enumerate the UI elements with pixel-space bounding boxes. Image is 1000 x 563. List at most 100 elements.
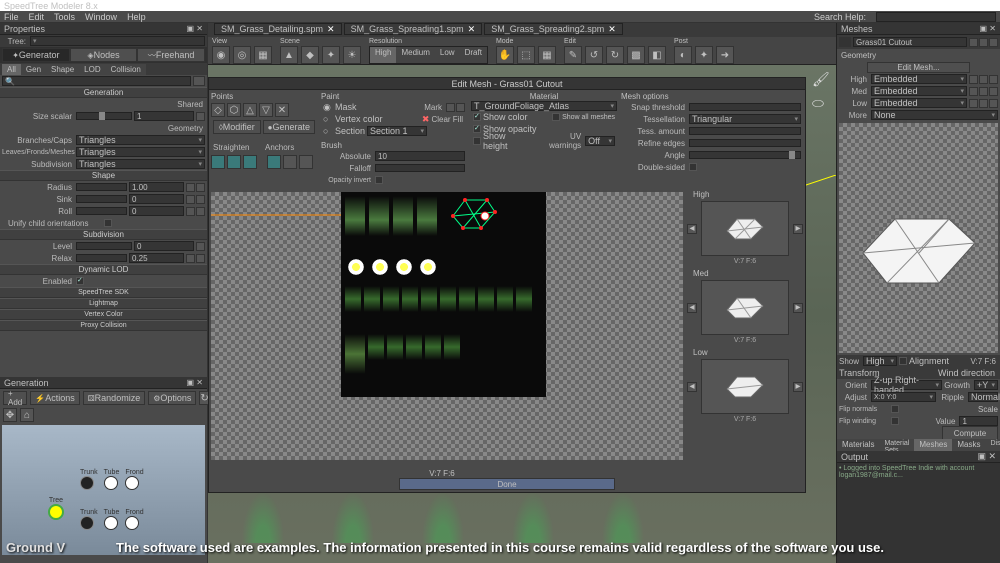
leaves-select[interactable]: Triangles: [76, 147, 205, 157]
growth-sel[interactable]: +Y: [974, 380, 998, 390]
sizescalar-slider[interactable]: [76, 112, 132, 120]
falloff-slider[interactable]: [375, 164, 465, 172]
edit-btn-1[interactable]: ✎: [564, 46, 582, 64]
orient-select[interactable]: Z-up Right-handed: [871, 380, 942, 390]
mode-nodes[interactable]: ◈ Nodes: [70, 48, 138, 62]
lod-high-preview[interactable]: [701, 201, 789, 256]
scene-btn-2[interactable]: ◆: [301, 46, 319, 64]
scene-btn-4[interactable]: ☀: [343, 46, 361, 64]
show-select[interactable]: High: [863, 356, 897, 366]
filter-collision[interactable]: Collision: [106, 64, 146, 75]
adjust-select[interactable]: X:0 Y:0: [871, 392, 936, 402]
anc-btn-2[interactable]: [283, 155, 297, 169]
align-cb[interactable]: [899, 357, 907, 365]
tab-close-icon[interactable]: ✕: [468, 24, 476, 35]
search-help-input[interactable]: [876, 12, 996, 22]
gen-add[interactable]: + Add: [3, 391, 27, 405]
tessamt-slider[interactable]: [689, 127, 801, 135]
view-btn-3[interactable]: ▦: [254, 46, 272, 64]
level-value[interactable]: 0: [134, 241, 194, 251]
gen-randomize[interactable]: ⚄ Randomize: [83, 391, 145, 405]
gen-actions[interactable]: ⚡ Actions: [30, 391, 79, 405]
property-search-clear[interactable]: [193, 76, 205, 86]
tree-select[interactable]: [30, 36, 205, 46]
str-btn-3[interactable]: [243, 155, 257, 169]
mode-btn-3[interactable]: ▦: [538, 46, 556, 64]
showall-cb[interactable]: [552, 113, 560, 121]
radius-value[interactable]: 1.00: [129, 182, 184, 192]
showopacity-cb[interactable]: [473, 125, 481, 133]
filter-shape[interactable]: Shape: [46, 64, 79, 75]
showheight-cb[interactable]: [473, 137, 481, 145]
menu-help[interactable]: Help: [127, 12, 146, 22]
edit-mesh-btn[interactable]: Edit Mesh...: [867, 62, 970, 73]
mesh-large-preview[interactable]: [839, 123, 998, 353]
filter-gen[interactable]: Gen: [21, 64, 46, 75]
scene-btn-3[interactable]: ✦: [322, 46, 340, 64]
anc-btn-1[interactable]: [267, 155, 281, 169]
refine-slider[interactable]: [689, 139, 801, 147]
mesh-btn-3[interactable]: [989, 38, 998, 47]
edit-btn-3[interactable]: ↻: [606, 46, 624, 64]
absolute-val[interactable]: 10: [375, 151, 465, 161]
lod-low-preview[interactable]: [701, 359, 789, 414]
angle-slider[interactable]: [689, 151, 801, 159]
mark-box-1[interactable]: [446, 103, 455, 112]
menu-file[interactable]: File: [4, 12, 19, 22]
sink-value[interactable]: 0: [129, 194, 184, 204]
scene-btn-1[interactable]: ▲: [280, 46, 298, 64]
scale-value[interactable]: 1: [959, 416, 998, 426]
unify-checkbox[interactable]: [104, 219, 112, 227]
pt-btn-4[interactable]: ▽: [259, 103, 273, 117]
high-select[interactable]: Embedded: [871, 74, 967, 84]
opacity-invert-cb[interactable]: [375, 176, 383, 184]
low-select[interactable]: Embedded: [871, 98, 967, 108]
tab-close-icon[interactable]: ✕: [608, 24, 616, 35]
pt-btn-5[interactable]: ✕: [275, 103, 289, 117]
edit-btn-2[interactable]: ↺: [585, 46, 603, 64]
btab-meshes[interactable]: Meshes: [914, 439, 952, 451]
lod-med-left[interactable]: ◂: [687, 303, 697, 313]
eraser-tool-icon[interactable]: ⬭: [812, 95, 830, 113]
more-select[interactable]: None: [871, 110, 998, 120]
atlas-view[interactable]: [211, 192, 683, 460]
tab-2[interactable]: SM_Grass_Spreading2.spm✕: [484, 23, 623, 35]
res-high[interactable]: High: [370, 47, 396, 63]
lod-low-right[interactable]: ▸: [793, 382, 803, 392]
res-draft[interactable]: Draft: [460, 47, 487, 63]
roll-slider[interactable]: [76, 207, 127, 215]
relax-slider[interactable]: [76, 254, 127, 262]
brush-tool-icon[interactable]: 🖌: [812, 71, 830, 89]
str-btn-1[interactable]: [211, 155, 225, 169]
mesh-btn-1[interactable]: [969, 38, 978, 47]
lod-low-left[interactable]: ◂: [687, 382, 697, 392]
tess-select[interactable]: Triangular: [689, 114, 801, 124]
mode-btn-2[interactable]: ⬚: [517, 46, 535, 64]
res-low[interactable]: Low: [435, 47, 460, 63]
mode-freehand[interactable]: 〰 Freehand: [137, 48, 205, 62]
flipw-cb[interactable]: [891, 417, 899, 425]
section-dynlod[interactable]: Dynamic LOD: [0, 264, 207, 275]
lod-high-right[interactable]: ▸: [793, 224, 803, 234]
sink-slider[interactable]: [76, 195, 127, 203]
snap-slider[interactable]: [689, 103, 801, 111]
tab-0[interactable]: SM_Grass_Detailing.spm✕: [214, 23, 342, 35]
edit-btn-5[interactable]: ◧: [648, 46, 666, 64]
btab-masks[interactable]: Masks: [952, 439, 985, 451]
level-slider[interactable]: [76, 242, 132, 250]
gen-home-icon[interactable]: ⌂: [20, 408, 34, 422]
generate-btn[interactable]: ● Generate: [263, 120, 315, 134]
mark-box-2[interactable]: [456, 103, 465, 112]
anc-btn-3[interactable]: [299, 155, 313, 169]
tab-close-icon[interactable]: ✕: [327, 24, 335, 35]
pt-btn-2[interactable]: ⬡: [227, 103, 241, 117]
material-select[interactable]: T_GroundFoliage_Atlas: [471, 101, 617, 111]
section-generation[interactable]: Generation: [0, 87, 207, 98]
filter-lod[interactable]: LOD: [79, 64, 105, 75]
btab-matsets[interactable]: Material Sets: [879, 439, 914, 451]
modifier-btn[interactable]: ◊ Modifier: [213, 120, 261, 134]
view-btn-2[interactable]: ◎: [233, 46, 251, 64]
enabled-checkbox[interactable]: [76, 277, 84, 285]
menu-tools[interactable]: Tools: [54, 12, 75, 22]
flipn-cb[interactable]: [891, 405, 899, 413]
